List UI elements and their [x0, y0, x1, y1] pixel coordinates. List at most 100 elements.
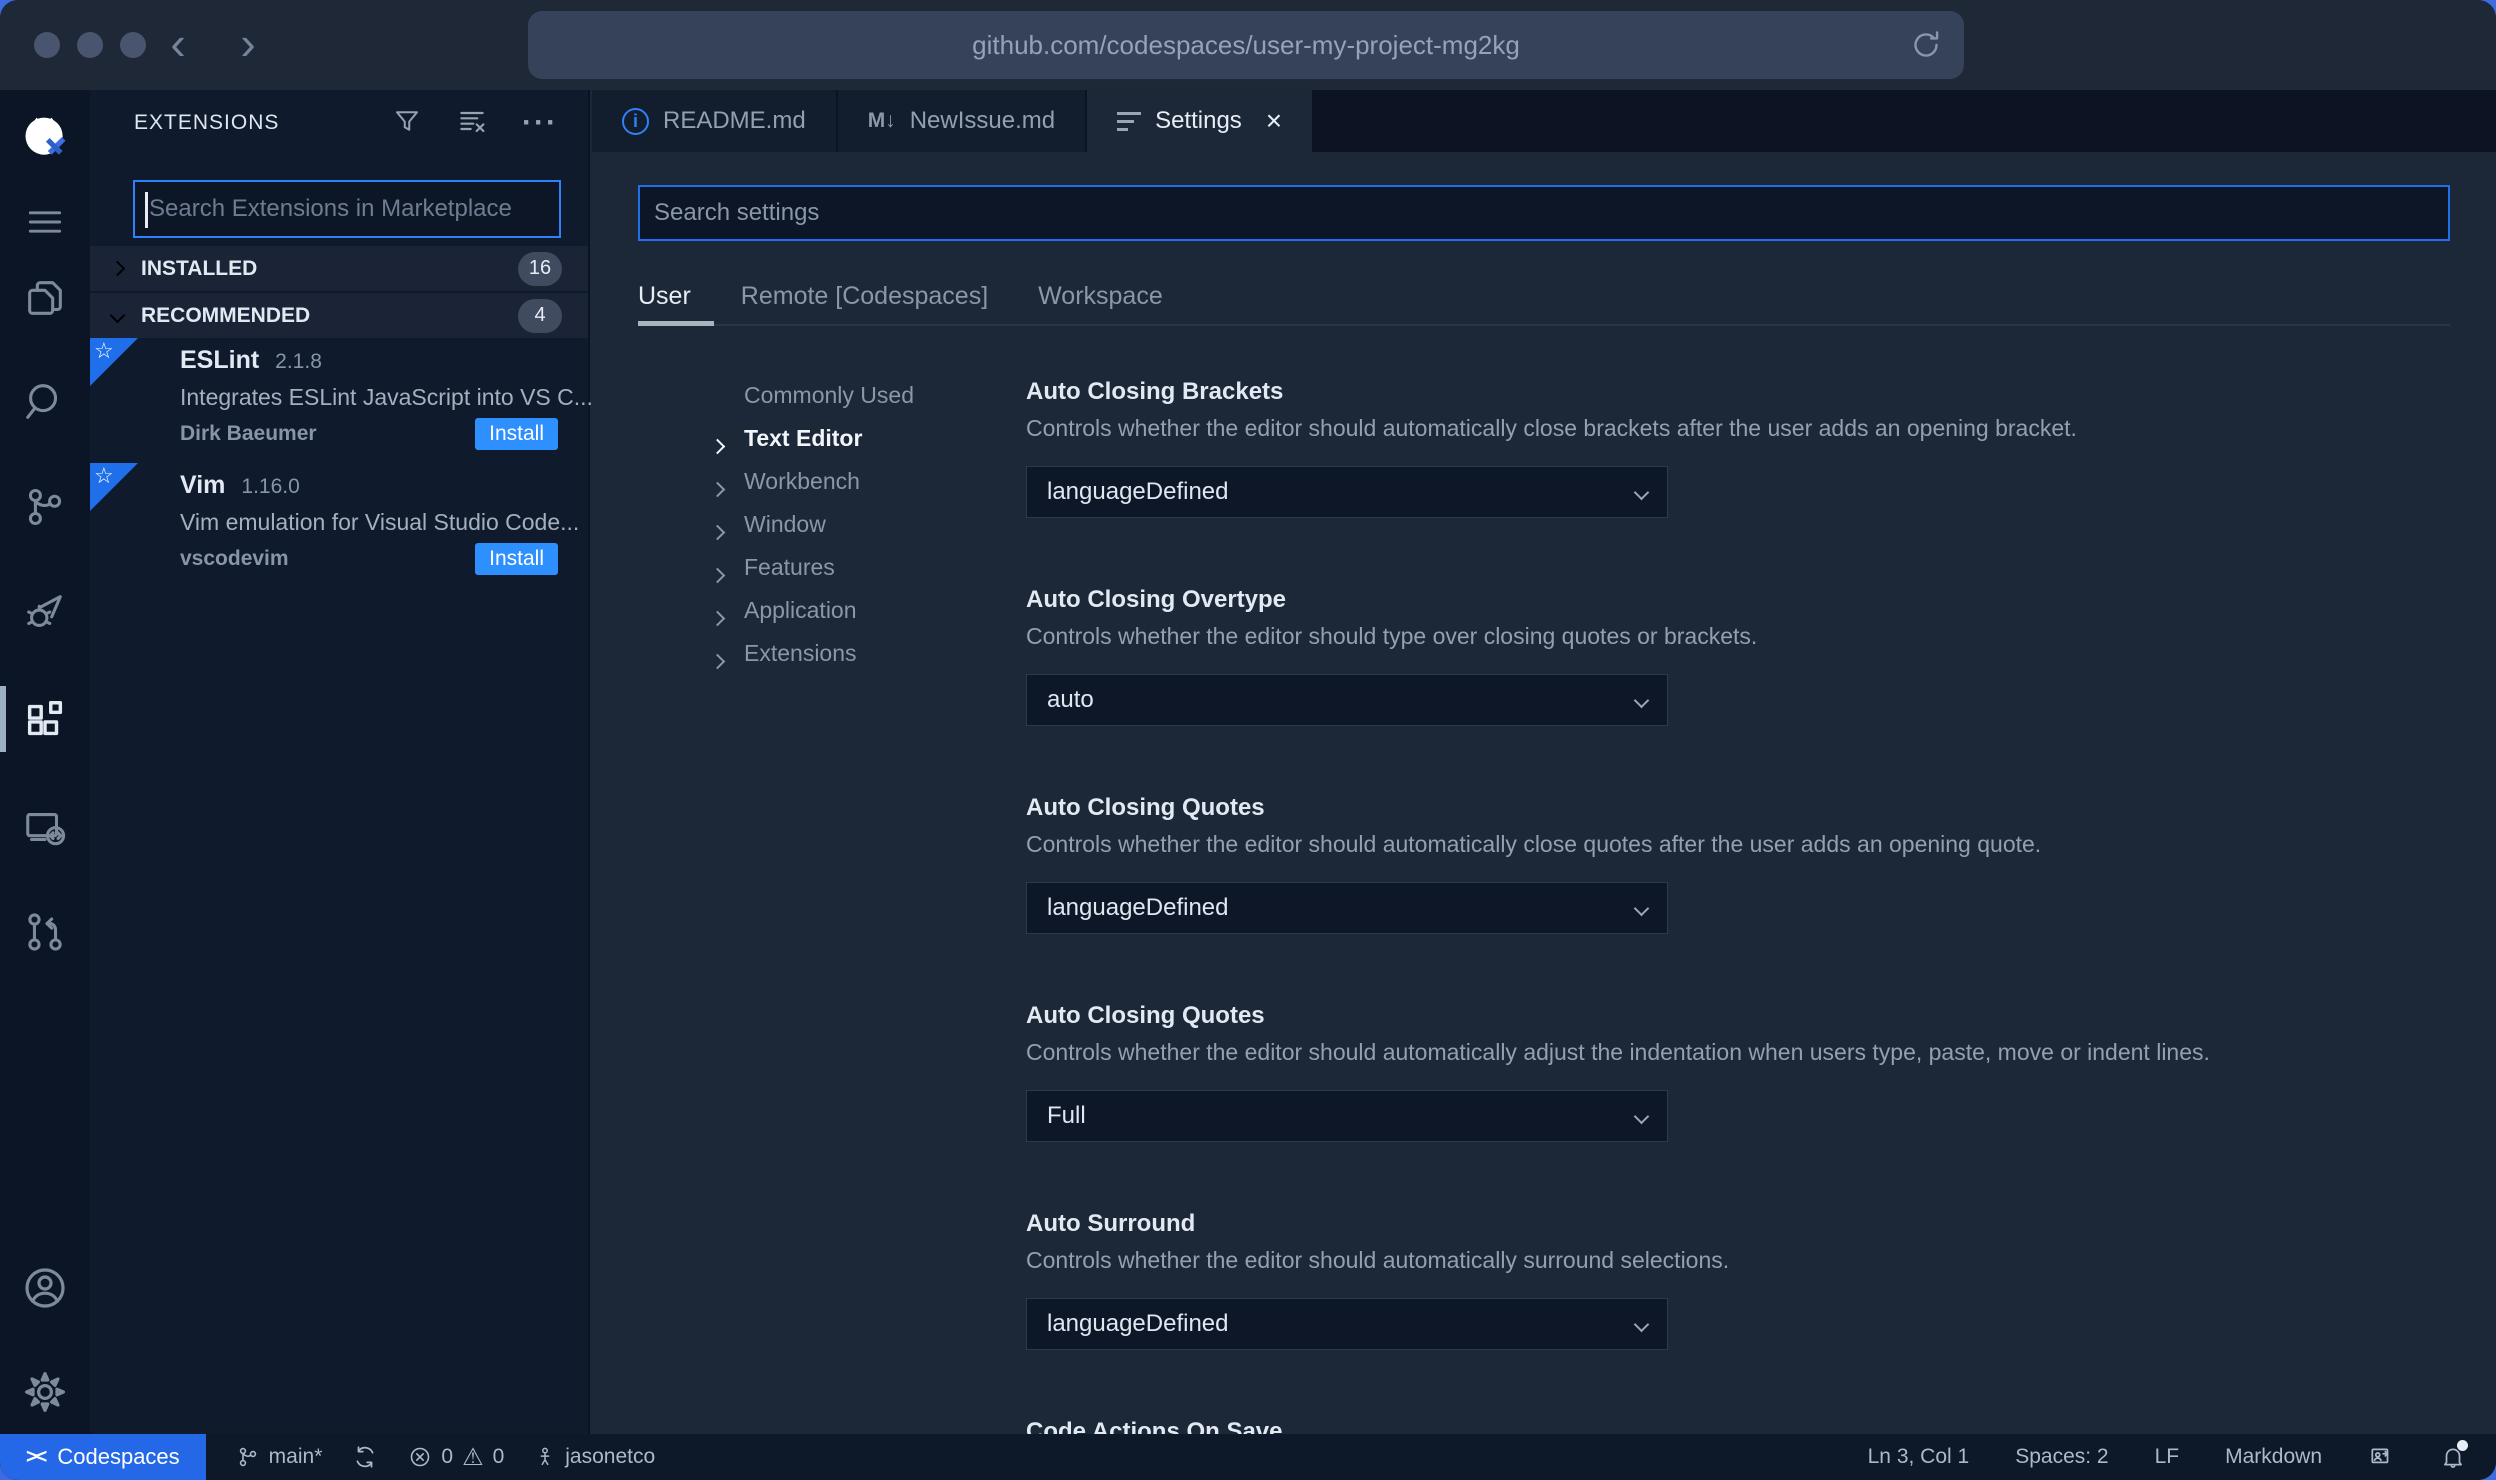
toc-text-editor[interactable]: Text Editor: [709, 417, 914, 460]
toc-label: Extensions: [744, 640, 857, 666]
setting-title: Auto Surround: [1026, 1210, 1196, 1237]
toc-label: Text Editor: [744, 425, 863, 451]
sync-icon: [356, 1446, 374, 1468]
source-control-icon[interactable]: [19, 481, 71, 533]
setting-dropdown[interactable]: languageDefined: [1026, 882, 1668, 934]
settings-search-input[interactable]: [640, 187, 2448, 239]
errors-count: 0: [441, 1445, 454, 1468]
recommended-count-badge: 4: [518, 298, 562, 333]
toc-label: Workbench: [744, 468, 860, 494]
address-bar[interactable]: github.com/codespaces/user-my-project-mg…: [528, 11, 1964, 79]
run-and-debug-icon[interactable]: [19, 586, 71, 638]
toc-commonly-used[interactable]: Commonly Used: [712, 374, 914, 417]
info-icon: i: [622, 107, 649, 135]
chevron-down-icon: [109, 307, 126, 324]
tab-settings[interactable]: Settings ×: [1087, 90, 1315, 152]
toc-label: Commonly Used: [744, 382, 914, 408]
menu-icon[interactable]: [19, 196, 71, 248]
minimize-window-button[interactable]: [77, 32, 103, 58]
extension-name: ESLint: [180, 346, 260, 374]
account-icon[interactable]: [19, 1262, 71, 1314]
cursor-position[interactable]: Ln 3, Col 1: [1868, 1445, 1970, 1469]
problems-status[interactable]: 0 ⚠ 0: [408, 1443, 504, 1472]
setting-dropdown[interactable]: languageDefined: [1026, 1298, 1668, 1350]
status-bar-right: Ln 3, Col 1 Spaces: 2 LF Markdown: [1868, 1440, 2496, 1470]
notifications-button[interactable]: [2440, 1440, 2468, 1470]
setting-title: Auto Closing Quotes: [1026, 1002, 1265, 1029]
setting-description: Controls whether the editor should autom…: [1026, 831, 2042, 857]
git-branch-icon: [239, 1447, 256, 1467]
section-installed[interactable]: INSTALLED 16: [90, 246, 588, 291]
clear-extensions-icon[interactable]: [456, 105, 488, 142]
tab-newissue[interactable]: M↓ NewIssue.md: [837, 90, 1088, 152]
install-button[interactable]: Install: [475, 543, 558, 575]
extensions-search-input[interactable]: [135, 182, 559, 236]
chevron-down-icon: [1633, 1108, 1650, 1124]
toc-application[interactable]: Application: [709, 589, 914, 632]
dropdown-value: auto: [1047, 686, 1094, 713]
setting-dropdown[interactable]: languageDefined: [1026, 466, 1668, 518]
chevron-right-icon: [709, 610, 726, 626]
star-icon: ☆: [94, 463, 114, 488]
extension-item-vim[interactable]: ☆ Vim 1.16.0 Vim emulation for Visual St…: [90, 463, 588, 588]
codespaces-remote-button[interactable]: >< Codespaces: [0, 1434, 206, 1480]
github-codespaces-logo-icon: [19, 112, 71, 164]
indentation[interactable]: Spaces: 2: [2015, 1445, 2108, 1469]
sidebar-header: EXTENSIONS ···: [90, 90, 588, 156]
setting-dropdown[interactable]: Full: [1026, 1090, 1668, 1142]
toc-label: Application: [744, 597, 857, 623]
branch-status[interactable]: main*: [236, 1445, 323, 1469]
toc-extensions[interactable]: Extensions: [709, 632, 914, 675]
url-text: github.com/codespaces/user-my-project-mg…: [972, 29, 1520, 60]
codespaces-label: Codespaces: [57, 1444, 180, 1469]
language-mode[interactable]: Markdown: [2225, 1445, 2322, 1469]
explorer-icon[interactable]: [19, 272, 71, 324]
user-status[interactable]: jasonetco: [534, 1445, 655, 1469]
settings-search[interactable]: [638, 185, 2450, 241]
tab-readme[interactable]: i README.md: [592, 90, 838, 152]
feedback-button[interactable]: [2368, 1444, 2394, 1470]
traffic-lights: [34, 32, 146, 58]
scope-tab-user[interactable]: User: [638, 282, 691, 311]
browser-back-button[interactable]: ‹: [158, 14, 198, 74]
sidebar-title: EXTENSIONS: [134, 111, 280, 134]
close-window-button[interactable]: [34, 32, 60, 58]
scope-tab-workspace[interactable]: Workspace: [1038, 282, 1163, 311]
setting-title: Auto Closing Brackets: [1026, 378, 1284, 405]
setting-dropdown[interactable]: auto: [1026, 674, 1668, 726]
more-actions-icon[interactable]: ···: [522, 108, 558, 138]
extension-item-eslint[interactable]: ☆ ESLint 2.1.8 Integrates ESLint JavaScr…: [90, 338, 593, 463]
toc-workbench[interactable]: Workbench: [709, 460, 914, 503]
search-icon[interactable]: [19, 376, 71, 428]
settings-gear-icon[interactable]: [19, 1366, 71, 1418]
setting-auto-indent: Auto Closing Quotes Controls whether the…: [1026, 1002, 2450, 1210]
scope-tab-remote[interactable]: Remote [Codespaces]: [741, 282, 988, 311]
star-icon: ☆: [94, 338, 114, 363]
eol-sequence[interactable]: LF: [2155, 1445, 2180, 1469]
extension-version: 1.16.0: [241, 475, 300, 498]
section-recommended[interactable]: RECOMMENDED 4: [90, 293, 588, 338]
extensions-search[interactable]: [133, 180, 561, 238]
tune-icon: [1117, 111, 1142, 131]
remote-explorer-icon[interactable]: [19, 802, 71, 854]
extension-author: vscodevim: [180, 547, 289, 570]
browser-forward-button[interactable]: ›: [228, 14, 268, 74]
feedback-icon: [2371, 1448, 2389, 1464]
toc-window[interactable]: Window: [709, 503, 914, 546]
branch-label: main*: [268, 1445, 323, 1468]
filter-icon[interactable]: [392, 106, 422, 141]
reload-icon[interactable]: [1908, 27, 1944, 63]
toc-label: Window: [744, 511, 826, 537]
pull-requests-icon[interactable]: [19, 906, 71, 958]
maximize-window-button[interactable]: [120, 32, 146, 58]
settings-editor: User Remote [Codespaces] Workspace Commo…: [592, 152, 2496, 1445]
settings-scope-tabs: User Remote [Codespaces] Workspace: [638, 272, 1163, 320]
sync-status[interactable]: [352, 1444, 378, 1470]
extension-version: 2.1.8: [275, 350, 322, 373]
chevron-right-icon: [709, 438, 726, 454]
toc-features[interactable]: Features: [709, 546, 914, 589]
install-button[interactable]: Install: [475, 418, 558, 450]
close-tab-icon[interactable]: ×: [1266, 105, 1282, 137]
setting-description: Controls whether the editor should autom…: [1026, 1247, 1730, 1273]
extensions-icon[interactable]: [19, 694, 71, 746]
